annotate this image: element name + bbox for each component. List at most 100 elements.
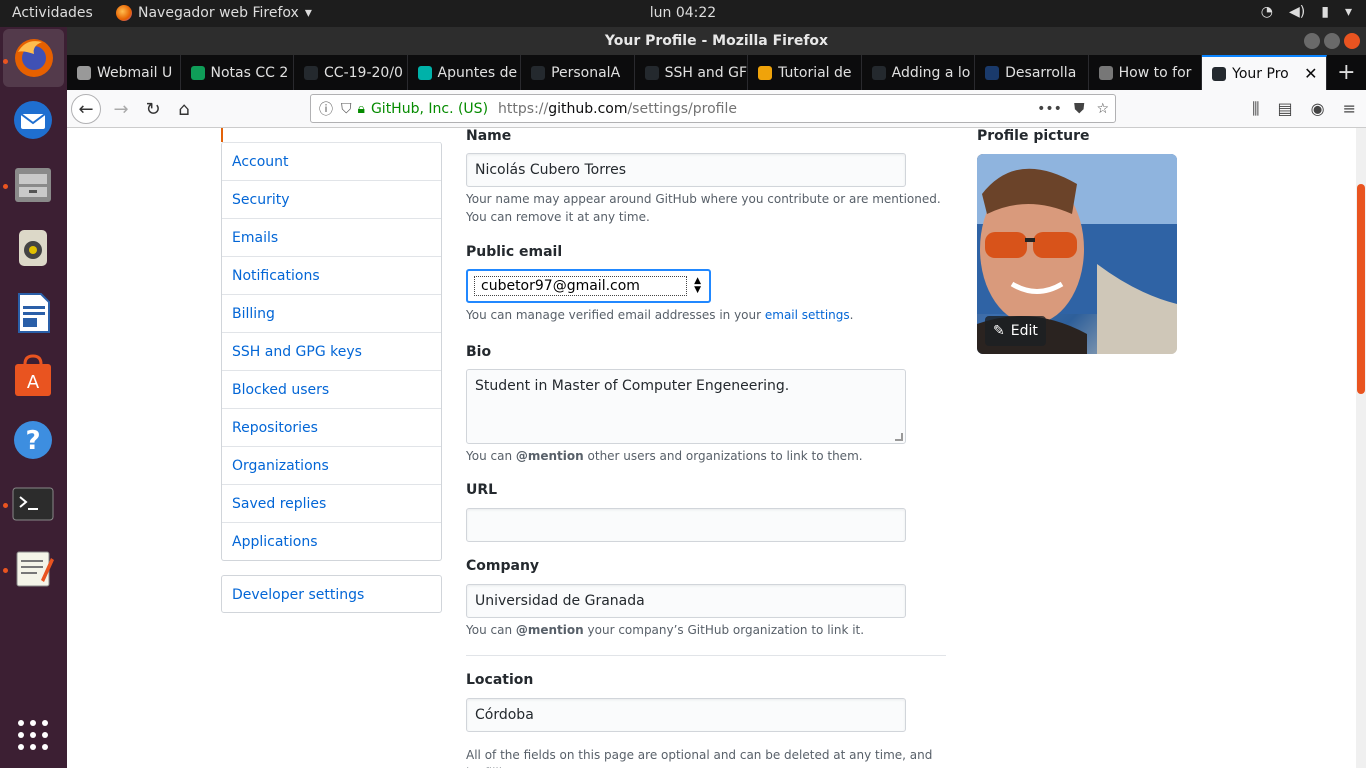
settings-menu-item[interactable]: Repositories (222, 408, 441, 446)
tab-label: CC-19-20/0 (324, 64, 403, 81)
site-identity[interactable]: GitHub, Inc. (US) (371, 101, 488, 117)
tab-label: Notas CC 2 (210, 64, 289, 81)
running-indicator (3, 568, 8, 573)
hamburger-menu-icon[interactable]: ≡ (1343, 99, 1356, 119)
name-input[interactable]: Nicolás Cubero Torres (466, 153, 906, 187)
settings-menu-item[interactable]: Notifications (222, 256, 441, 294)
company-note: You can @mention your company’s GitHub o… (466, 621, 946, 639)
svg-text:A: A (27, 372, 40, 393)
navigation-toolbar: ← → ↻ ⌂ ⓘ ⛉ 🔒︎ GitHub, Inc. (US) https:/… (67, 90, 1366, 128)
url-host: github.com (548, 100, 628, 117)
dock-rhythmbox[interactable] (10, 225, 56, 271)
email-settings-link[interactable]: email settings (765, 308, 850, 322)
settings-menu-item[interactable]: Saved replies (222, 484, 441, 522)
library-icon[interactable]: ⫼ (1252, 99, 1259, 119)
location-input[interactable]: Córdoba (466, 698, 906, 732)
settings-menu-item[interactable]: Security (222, 180, 441, 218)
account-icon[interactable]: ◉ (1311, 99, 1325, 119)
page-content: Account Security Emails Notifications Billin… (67, 128, 1356, 768)
running-indicator (3, 503, 8, 508)
browser-tab[interactable]: SSH and GF (635, 55, 749, 90)
browser-tab[interactable]: Adding a lo (862, 55, 976, 90)
dock-text-editor[interactable] (10, 545, 56, 591)
settings-menu-item[interactable]: SSH and GPG keys (222, 332, 441, 370)
close-window-button[interactable] (1344, 33, 1360, 49)
reload-button[interactable]: ↻ (139, 95, 167, 123)
home-button[interactable]: ⌂ (170, 95, 198, 123)
browser-tab[interactable]: PersonalA (521, 55, 635, 90)
url-input[interactable] (466, 508, 906, 542)
tracking-shield-icon[interactable]: ⛉ (341, 101, 352, 117)
name-note: Your name may appear around GitHub where… (466, 192, 941, 224)
dock-files[interactable] (10, 161, 56, 207)
maximize-button[interactable] (1324, 33, 1340, 49)
tab-active[interactable]: Your Pro ✕ (1202, 55, 1327, 90)
location-label: Location (466, 672, 534, 688)
favicon-icon (531, 65, 546, 80)
app-menu[interactable]: Navegador web Firefox ▾ (116, 5, 312, 21)
company-input[interactable]: Universidad de Granada (466, 584, 906, 618)
settings-menu-item[interactable]: Emails (222, 218, 441, 256)
system-top-bar: Actividades Navegador web Firefox ▾ lun … (0, 0, 1366, 27)
browser-tab[interactable]: CC-19-20/0 (294, 55, 408, 90)
browser-tab[interactable]: Webmail U (67, 55, 181, 90)
page-actions-icon[interactable]: ••• (1037, 101, 1062, 117)
tab-label: Webmail U (97, 64, 173, 81)
browser-tab[interactable]: Desarrolla (975, 55, 1089, 90)
settings-menu-item[interactable]: Account (222, 142, 441, 180)
company-note-text: You can (466, 623, 516, 637)
firefox-icon (116, 5, 132, 21)
pocket-icon[interactable]: ⛊ (1074, 101, 1085, 117)
close-tab-icon[interactable]: ✕ (1304, 64, 1317, 83)
new-tab-button[interactable]: + (1327, 55, 1366, 90)
public-email-select[interactable]: cubetor97@gmail.com ▲ ▼ (466, 269, 711, 303)
url-label: URL (466, 482, 498, 498)
scrollbar-thumb[interactable] (1357, 184, 1365, 394)
browser-tab[interactable]: How to for (1089, 55, 1203, 90)
dock-terminal[interactable] (10, 481, 56, 527)
bio-textarea[interactable]: Student in Master of Computer Engeneerin… (466, 369, 906, 444)
settings-menu: Account Security Emails Notifications Billin… (221, 128, 442, 561)
url-bar[interactable]: ⓘ ⛉ 🔒︎ GitHub, Inc. (US) https://github.… (310, 94, 1116, 123)
dock-libreoffice-writer[interactable] (10, 289, 56, 335)
info-icon[interactable]: ⓘ (319, 99, 333, 119)
settings-menu-item[interactable]: Blocked users (222, 370, 441, 408)
settings-menu-item[interactable]: Billing (222, 294, 441, 332)
sidebar-icon[interactable]: ▤ (1278, 99, 1293, 119)
system-tray[interactable]: ◔ ◀) ▮ ▾ (1261, 4, 1352, 20)
resize-handle[interactable] (895, 433, 903, 441)
tab-label: SSH and GF (664, 64, 748, 81)
profile-picture-label: Profile picture (977, 128, 1090, 144)
chevron-down-icon: ▾ (1344, 4, 1352, 20)
speaker-icon (19, 230, 47, 266)
forward-button[interactable]: → (107, 95, 135, 123)
writer-icon (18, 293, 50, 333)
window-titlebar[interactable]: Your Profile - Mozilla Firefox (67, 27, 1366, 55)
bio-label: Bio (466, 344, 492, 360)
page-scrollbar[interactable] (1356, 128, 1366, 768)
activities-button[interactable]: Actividades (12, 5, 93, 21)
dock-firefox[interactable] (3, 29, 64, 87)
favicon-icon (304, 65, 319, 80)
help-icon: ? (14, 421, 52, 459)
chevron-down-icon: ▾ (304, 5, 312, 21)
url-path: /settings/profile (627, 100, 737, 117)
developer-settings-link[interactable]: Developer settings (221, 575, 442, 613)
browser-tab[interactable]: Apuntes de (408, 55, 522, 90)
bookmark-star-icon[interactable]: ☆ (1096, 101, 1109, 117)
email-note: You can manage verified email addresses … (466, 306, 946, 324)
bio-note-text: You can (466, 449, 516, 463)
browser-tab[interactable]: Notas CC 2 (181, 55, 295, 90)
dock-software[interactable]: A (10, 353, 56, 399)
minimize-button[interactable] (1304, 33, 1320, 49)
favicon-icon (1212, 66, 1227, 81)
url-text[interactable]: https://github.com/settings/profile (498, 101, 737, 117)
back-button[interactable]: ← (71, 94, 101, 124)
dock-thunderbird[interactable] (10, 97, 56, 143)
settings-menu-item[interactable]: Organizations (222, 446, 441, 484)
show-applications-button[interactable] (10, 712, 56, 758)
browser-tab[interactable]: Tutorial de (748, 55, 862, 90)
settings-menu-item[interactable]: Applications (222, 522, 441, 560)
edit-picture-button[interactable]: ✎ Edit (985, 316, 1046, 346)
dock-help[interactable]: ? (10, 417, 56, 463)
